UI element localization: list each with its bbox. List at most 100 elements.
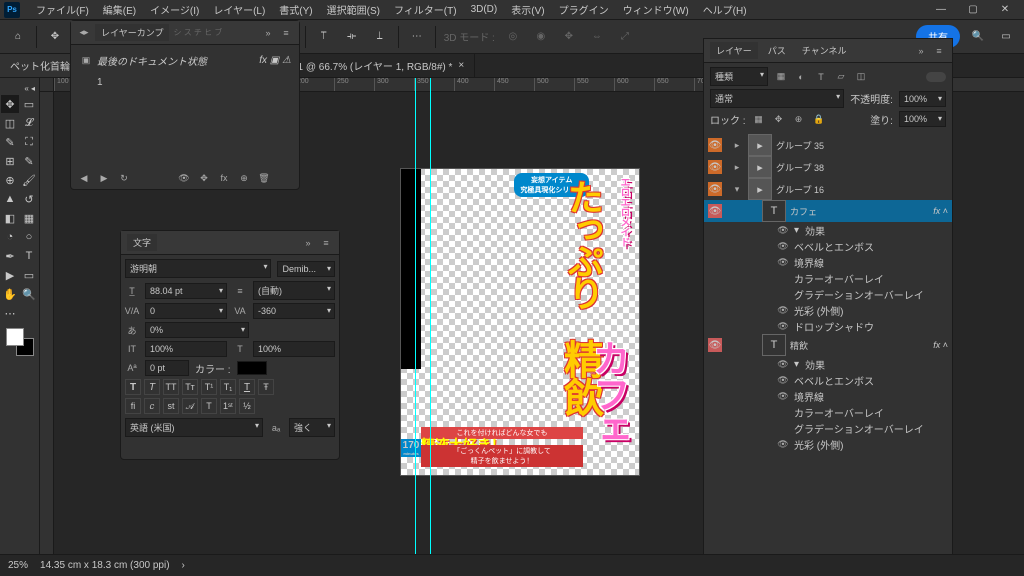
zoom-tool[interactable]: 🔍 — [20, 285, 38, 303]
layer-effect-row[interactable]: 👁ドロップシャドウ — [704, 318, 952, 334]
lock-position-icon[interactable]: ✥ — [772, 112, 786, 126]
filter-adjust-icon[interactable]: ◐ — [794, 70, 808, 84]
distribute-icon[interactable]: ⋯ — [407, 27, 427, 47]
menu-select[interactable]: 選択範囲(S) — [321, 0, 386, 19]
guide-vertical-2[interactable] — [430, 78, 431, 554]
menu-plugins[interactable]: プラグイン — [553, 0, 615, 19]
layer-effect-row[interactable]: 👁境界線 — [704, 388, 952, 404]
tracking-field[interactable]: -360 — [253, 303, 335, 319]
color-swatches[interactable] — [6, 328, 34, 356]
layer-name[interactable]: 精飲 — [790, 339, 808, 352]
gradient-tool[interactable]: ▦ — [20, 209, 38, 227]
prev-comp-icon[interactable]: ◀ — [77, 171, 91, 185]
layer-thumbnail[interactable]: ▸ — [748, 156, 772, 178]
home-icon[interactable]: ⌂ — [8, 27, 28, 47]
3d-scale-icon[interactable]: ⤢ — [615, 27, 635, 47]
ot-swash-button[interactable]: 𝑐 — [144, 398, 160, 414]
stamp-tool[interactable]: ▲ — [1, 190, 19, 208]
vertical-ruler[interactable] — [40, 92, 54, 554]
frame-tool[interactable]: ⊞ — [1, 152, 19, 170]
search-icon[interactable]: 🔍 — [968, 27, 988, 47]
ot-st-button[interactable]: st — [163, 398, 179, 414]
3d-roll-icon[interactable]: ◉ — [531, 27, 551, 47]
lock-all-icon[interactable]: 🔒 — [812, 112, 826, 126]
menu-window[interactable]: ウィンドウ(W) — [617, 0, 695, 19]
leading-field[interactable]: (自動) — [253, 281, 335, 300]
window-maximize[interactable]: ▢ — [958, 1, 988, 19]
quick-select-tool[interactable]: ✎ — [1, 133, 19, 151]
visibility-icon[interactable]: 👁 — [776, 239, 790, 253]
filter-shape-icon[interactable]: ▱ — [834, 70, 848, 84]
panel-collapse-icon[interactable]: » — [301, 236, 315, 250]
menu-filter[interactable]: フィルター(T) — [388, 0, 463, 19]
ot-fraction-button[interactable]: ½ — [239, 398, 255, 414]
close-icon[interactable]: × — [458, 60, 464, 71]
panel-menu-icon[interactable]: ≡ — [932, 44, 946, 58]
filter-text-icon[interactable]: T — [814, 70, 828, 84]
kerning-field[interactable]: 0 — [145, 303, 227, 319]
horizontal-scale-field[interactable]: 100% — [253, 341, 335, 357]
document-canvas[interactable]: エロエロメイド 妄想アイテム 究極具現化シリーズ たっぷり 精飲 カフェ これを… — [400, 168, 640, 476]
visibility-icon[interactable]: 👁 — [776, 357, 790, 371]
panel-collapse-icon[interactable]: » — [261, 26, 275, 40]
update-comp-icon[interactable]: ↻ — [117, 171, 131, 185]
hand-tool[interactable]: ✋ — [1, 285, 19, 303]
layer-name[interactable]: カフェ — [790, 205, 817, 218]
opacity-field[interactable]: 100% — [899, 91, 946, 107]
ot-titling-button[interactable]: T — [201, 398, 217, 414]
menu-type[interactable]: 書式(Y) — [273, 0, 318, 19]
bold-button[interactable]: T — [125, 379, 141, 395]
eyedropper-tool[interactable]: ✎ — [20, 152, 38, 170]
menu-help[interactable]: ヘルプ(H) — [697, 0, 753, 19]
subscript-button[interactable]: T₁ — [220, 379, 236, 395]
layer-thumbnail[interactable]: ▸ — [748, 178, 772, 200]
layer-name[interactable]: グループ 38 — [776, 161, 824, 174]
panel-dock-icon[interactable]: ◂▸ — [77, 26, 91, 40]
layer-effect-row[interactable]: グラデーションオーバーレイ — [704, 286, 952, 302]
antialias-dropdown[interactable]: 強く — [289, 418, 335, 437]
type-tool[interactable]: T — [20, 247, 38, 265]
visibility-icon[interactable]: 👁 — [776, 389, 790, 403]
brush-tool[interactable]: 🖌 — [20, 171, 38, 189]
menu-3d[interactable]: 3D(D) — [465, 2, 504, 17]
channels-tab[interactable]: チャンネル — [796, 42, 853, 59]
ot-fi-button[interactable]: fi — [125, 398, 141, 414]
layer-name[interactable]: グループ 35 — [776, 139, 824, 152]
position-update-icon[interactable]: ✥ — [197, 171, 211, 185]
visibility-toggle[interactable]: 👁 — [708, 338, 722, 352]
edit-toolbar[interactable]: ⋯ — [1, 304, 19, 322]
panel-menu-icon[interactable]: ≡ — [319, 236, 333, 250]
layer-effect-row[interactable]: カラーオーバーレイ — [704, 270, 952, 286]
layer-row[interactable]: 👁▸▸グループ 38 — [704, 156, 952, 178]
align-bottom-icon[interactable]: ⟘ — [370, 27, 390, 47]
visibility-toggle[interactable]: 👁 — [708, 160, 722, 174]
visibility-icon[interactable]: 👁 — [776, 223, 790, 237]
rectangle-tool[interactable]: ▭ — [20, 266, 38, 284]
3d-pan-icon[interactable]: ✥ — [559, 27, 579, 47]
dodge-tool[interactable]: ○ — [20, 228, 38, 246]
move-tool-icon[interactable]: ✥ — [45, 27, 65, 47]
new-comp-icon[interactable]: ⊕ — [237, 171, 251, 185]
menu-file[interactable]: ファイル(F) — [30, 0, 95, 19]
panel-collapse-icon[interactable]: » — [914, 44, 928, 58]
layer-row[interactable]: 👁T精飲fx ˄ — [704, 334, 952, 356]
panel-menu-icon[interactable]: ≡ — [279, 26, 293, 40]
italic-button[interactable]: T — [144, 379, 160, 395]
visibility-icon[interactable]: 👁 — [776, 437, 790, 451]
layer-effect-row[interactable]: 👁ベベルとエンボス — [704, 238, 952, 254]
history-brush-tool[interactable]: ↺ — [20, 190, 38, 208]
layer-effect-row[interactable]: 👁光彩 (外側) — [704, 436, 952, 452]
strike-button[interactable]: Ŧ — [258, 379, 274, 395]
filter-toggle[interactable] — [926, 72, 946, 82]
layer-effect-row[interactable]: カラーオーバーレイ — [704, 404, 952, 420]
text-color-swatch[interactable] — [237, 361, 267, 375]
disclosure-icon[interactable]: ▸ — [730, 138, 744, 152]
visibility-toggle[interactable]: 👁 — [708, 204, 722, 218]
align-top-icon[interactable]: ⟙ — [314, 27, 334, 47]
layer-thumbnail[interactable]: T — [762, 334, 786, 356]
3d-rotate-icon[interactable]: ◎ — [503, 27, 523, 47]
status-expand-icon[interactable]: › — [182, 560, 185, 571]
visibility-toggle[interactable]: 👁 — [708, 182, 722, 196]
comp-item[interactable]: 1 — [97, 77, 103, 88]
visibility-icon[interactable]: 👁 — [776, 255, 790, 269]
